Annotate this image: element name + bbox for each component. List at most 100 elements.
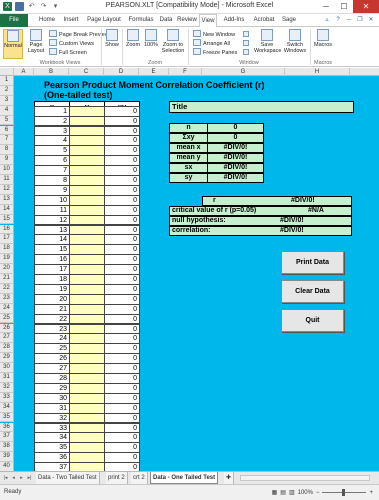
correlation-row[interactable]: correlation: #DIV/0! (169, 226, 352, 236)
row-header[interactable]: 29 (0, 353, 14, 364)
row-header[interactable]: 35 (0, 412, 14, 423)
freeze-panes-button[interactable]: Freeze Panes (193, 48, 237, 57)
row-header[interactable]: 15 (0, 214, 14, 225)
workbook-restore-icon[interactable]: ❐ (356, 16, 364, 24)
row-header[interactable]: 31 (0, 373, 14, 383)
row-header[interactable]: 11 (0, 175, 14, 185)
workbook-minimize-icon[interactable]: ─ (345, 16, 353, 24)
show-button[interactable]: Show (104, 29, 120, 59)
row-header[interactable]: 2 (0, 85, 14, 96)
row-header[interactable]: 1 (0, 76, 14, 86)
tab-review[interactable]: Review (176, 14, 198, 27)
null-hypothesis-row[interactable]: null hypothesis: #DIV/0! (169, 216, 352, 226)
stats-row[interactable]: sx #DIV/0! (169, 163, 264, 173)
sheet-tab-data-two-tailed[interactable]: Data - Two Tailed Test (36, 472, 100, 484)
sheet-tab-print-2[interactable]: print 2 (106, 472, 128, 484)
xy-cell[interactable]: 0 (104, 462, 140, 471)
normal-view-button[interactable]: Normal (3, 29, 23, 59)
column-header-a[interactable]: A (14, 68, 34, 76)
r-row[interactable]: r #DIV/0! (202, 196, 352, 206)
full-screen-button[interactable]: Full Screen (49, 48, 87, 57)
stats-row[interactable]: sy #DIV/0! (169, 173, 264, 183)
row-header[interactable]: 40 (0, 462, 14, 471)
select-all-corner[interactable] (0, 68, 14, 76)
zoom-100-button[interactable]: 100% (143, 29, 159, 59)
index-cell[interactable]: 37 (34, 462, 70, 471)
row-header[interactable]: 34 (0, 402, 14, 413)
row-header[interactable]: 20 (0, 264, 14, 274)
row-header[interactable]: 7 (0, 135, 14, 146)
page-layout-view-button[interactable]: Page Layout (25, 29, 47, 59)
next-sheet-icon[interactable]: ▸ (18, 475, 25, 482)
tab-insert[interactable]: Insert (60, 14, 82, 27)
normal-view-status-icon[interactable]: ▦ (272, 489, 278, 496)
stats-row[interactable]: Σxy 0 (169, 133, 264, 143)
row-header[interactable]: 26 (0, 323, 14, 334)
row-header[interactable]: 28 (0, 343, 14, 354)
close-button[interactable]: ✕ (353, 0, 379, 13)
row-header[interactable]: 14 (0, 204, 14, 215)
tab-sage[interactable]: Sage (280, 14, 298, 27)
column-header-f[interactable]: F (169, 68, 202, 76)
row-header[interactable]: 6 (0, 125, 14, 136)
horizontal-scrollbar[interactable] (240, 475, 370, 481)
row-header[interactable]: 25 (0, 313, 14, 324)
row-header[interactable]: 22 (0, 283, 14, 294)
tab-formulas[interactable]: Formulas (126, 14, 156, 27)
print-data-button[interactable]: Print Data (281, 251, 344, 274)
tab-add-ins[interactable]: Add-Ins (220, 14, 248, 27)
row-header[interactable]: 18 (0, 244, 14, 255)
zoom-to-selection-button[interactable]: Zoom to Selection (161, 29, 185, 59)
row-header[interactable]: 30 (0, 363, 14, 373)
stats-row[interactable]: n0 (169, 123, 264, 133)
prev-sheet-icon[interactable]: ◂ (10, 475, 17, 482)
zoom-out-icon[interactable]: − (316, 490, 320, 496)
worksheet-grid[interactable]: A B C D E F G H 1 2 3 4 5 6 7 8 9 10 11 12 13 14 15 16 1… (0, 68, 379, 471)
row-header[interactable]: 16 (0, 224, 14, 235)
stats-row[interactable]: mean x #DIV/0! (169, 143, 264, 153)
row-header[interactable]: 36 (0, 422, 14, 433)
quit-button[interactable]: Quit (281, 309, 344, 332)
row-header[interactable]: 8 (0, 145, 14, 156)
ribbon-minimize-icon[interactable]: ▵ (323, 16, 331, 24)
switch-windows-button[interactable]: Switch Windows (282, 29, 308, 59)
row-header[interactable]: 5 (0, 115, 14, 126)
column-header-h[interactable]: H (285, 68, 350, 76)
tab-data[interactable]: Data (158, 14, 174, 27)
sheet-tab-data-one-tailed[interactable]: Data - One Tailed Test (150, 472, 219, 484)
zoom-in-icon[interactable]: + (369, 490, 373, 496)
sheet-tab-crt-2[interactable]: crt 2 (131, 472, 148, 484)
custom-views-button[interactable]: Custom Views (49, 39, 94, 48)
row-header[interactable]: 12 (0, 184, 14, 195)
column-header-b[interactable]: B (34, 68, 69, 76)
critical-value-row[interactable]: critical value of r (p=0.05) #N/A (169, 206, 352, 216)
page-break-preview-button[interactable]: Page Break Preview (49, 30, 109, 39)
split-icon[interactable] (242, 31, 250, 39)
row-header[interactable]: 33 (0, 392, 14, 403)
page-break-status-icon[interactable]: ▥ (289, 489, 295, 496)
tab-file[interactable]: File (0, 14, 28, 27)
row-header[interactable]: 24 (0, 303, 14, 314)
tab-home[interactable]: Home (36, 14, 58, 27)
row-header[interactable]: 17 (0, 234, 14, 245)
zoom-slider[interactable] (322, 489, 367, 496)
unhide-icon[interactable] (242, 49, 250, 57)
maximize-button[interactable]: ☐ (335, 0, 353, 13)
row-header[interactable]: 13 (0, 194, 14, 205)
tab-view[interactable]: View (199, 14, 217, 28)
column-header-c[interactable]: C (69, 68, 104, 76)
minimize-button[interactable]: ─ (317, 0, 335, 13)
macros-button[interactable]: Macros (313, 29, 333, 59)
title-box[interactable]: Title (169, 101, 354, 113)
row-header[interactable]: 4 (0, 105, 14, 116)
arrange-all-button[interactable]: Arrange All (193, 39, 230, 48)
column-header-d[interactable]: D (104, 68, 139, 76)
tab-acrobat[interactable]: Acrobat (250, 14, 278, 27)
row-header[interactable]: 3 (0, 95, 14, 106)
row-header[interactable]: 9 (0, 155, 14, 166)
column-header-g[interactable]: G (202, 68, 285, 76)
last-sheet-icon[interactable]: ▸| (26, 475, 33, 482)
first-sheet-icon[interactable]: |◂ (2, 475, 9, 482)
row-header[interactable]: 38 (0, 442, 14, 453)
clear-data-button[interactable]: Clear Data (281, 280, 344, 303)
